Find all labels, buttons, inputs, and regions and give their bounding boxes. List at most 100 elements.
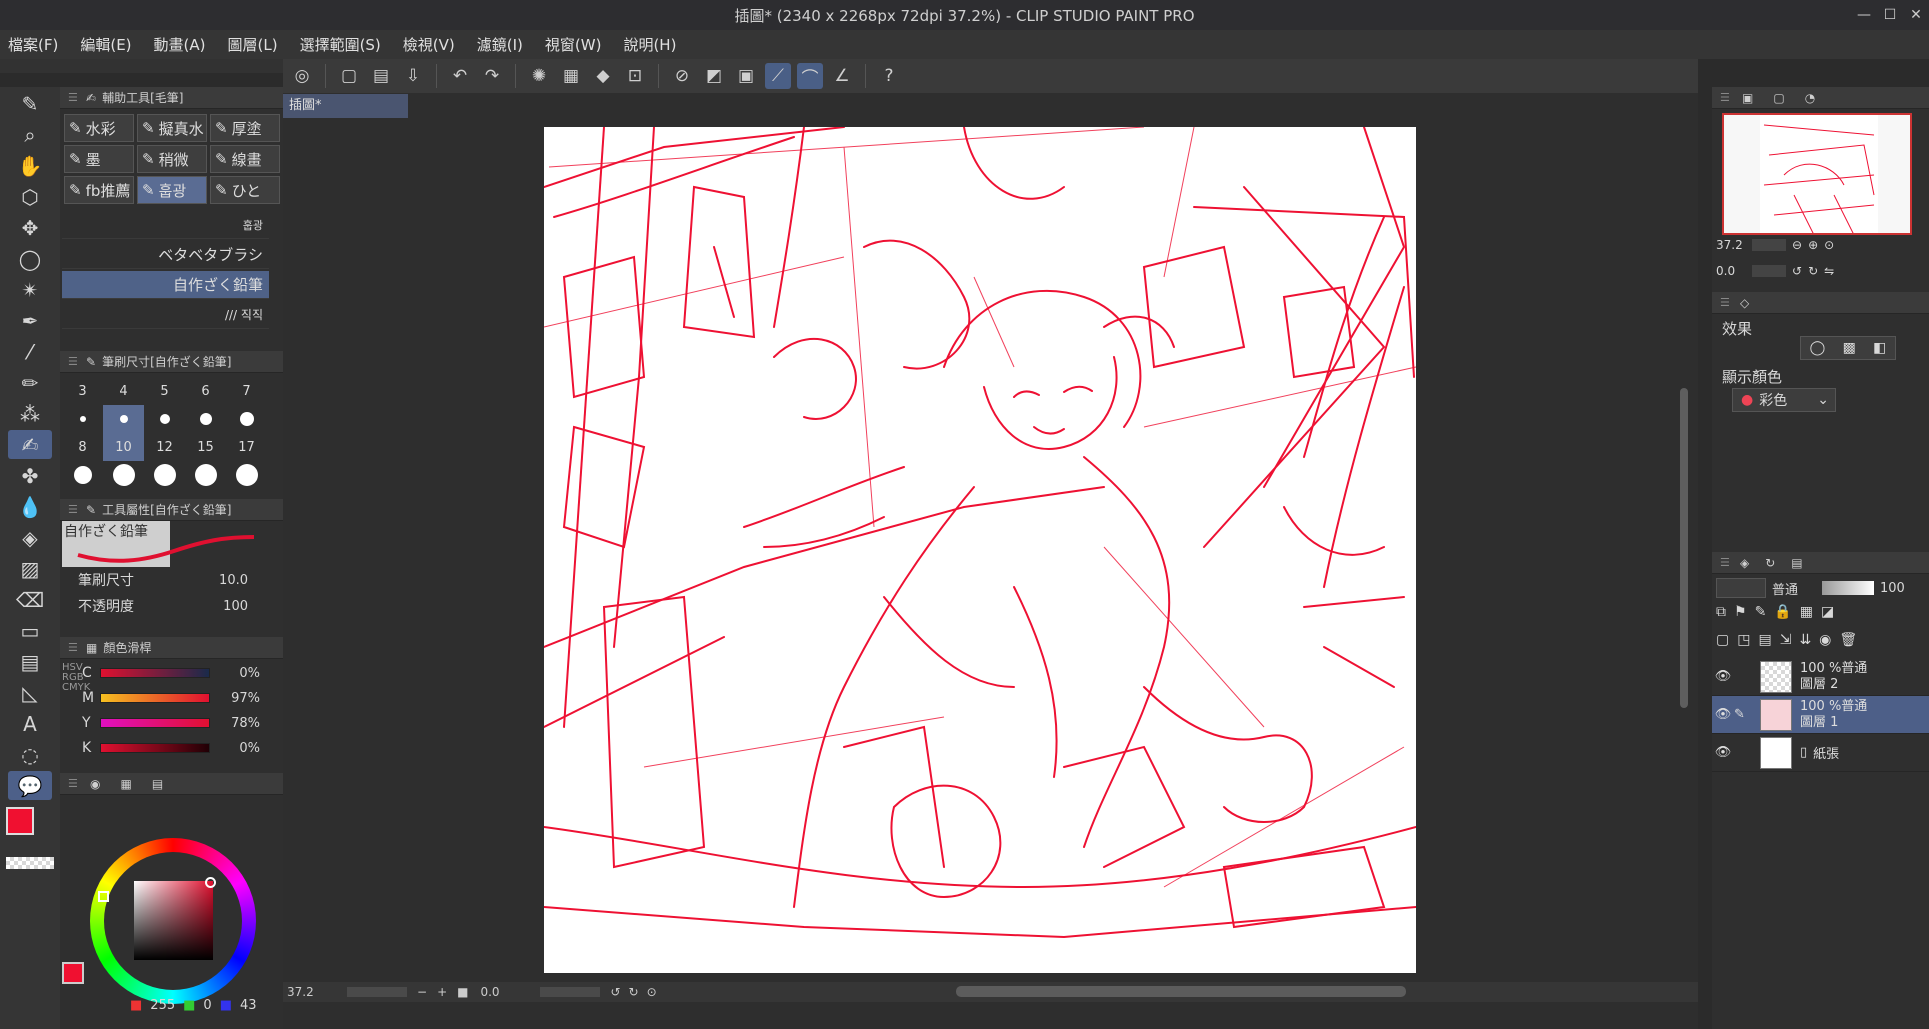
menu-help[interactable]: 說明(H)	[623, 34, 676, 55]
menu-window[interactable]: 視窗(W)	[545, 34, 602, 55]
move-icon[interactable]: ✥	[8, 213, 52, 242]
layer-row[interactable]: 👁 100 %普通 圖層 2	[1712, 658, 1929, 696]
tone-effect-icon[interactable]: ▩	[1843, 340, 1856, 356]
fill-bucket-icon[interactable]: ◈	[8, 523, 52, 552]
nav-rotate-left-icon[interactable]: ↺	[1792, 264, 1802, 278]
grip-icon[interactable]: ☰	[68, 355, 80, 368]
reference-icon[interactable]: ⚑	[1734, 604, 1747, 620]
reset-rotation-icon[interactable]: ⊙	[647, 985, 657, 999]
grip-icon[interactable]: ☰	[1720, 296, 1732, 309]
menu-filter[interactable]: 濾鏡(I)	[477, 34, 523, 55]
special-ruler-icon[interactable]: ⌒	[797, 63, 823, 89]
close-button[interactable]: ✕	[1903, 0, 1929, 30]
eraser-icon[interactable]: ⌫	[8, 585, 52, 614]
menu-edit[interactable]: 編輯(E)	[80, 34, 131, 55]
color-mode-tabs[interactable]: HSV RGB CMYK	[62, 663, 90, 693]
size-preset[interactable]	[103, 461, 144, 489]
slider-m[interactable]: M 97%	[82, 690, 272, 706]
pen-edit-icon[interactable]: ✎	[1734, 707, 1752, 722]
pencil-icon[interactable]: ✏	[8, 368, 52, 397]
pen-nib-icon[interactable]: ✒	[8, 306, 52, 335]
nav-rotation-value[interactable]: 0.0	[1716, 264, 1746, 278]
nav-rotate-right-icon[interactable]: ↻	[1808, 264, 1818, 278]
size-preset[interactable]	[62, 461, 103, 489]
layer-opacity-value[interactable]: 100	[1880, 581, 1905, 596]
layer-color-icon[interactable]: ◧	[1873, 340, 1886, 356]
nav-fit-icon[interactable]: ⊙	[1824, 238, 1834, 252]
text-icon[interactable]: A	[8, 709, 52, 738]
ruler-icon[interactable]: ◺	[8, 678, 52, 707]
display-color-select[interactable]: ● 彩色 ⌄	[1732, 388, 1836, 412]
blend-icon[interactable]: 💧	[8, 492, 52, 521]
lasso-icon[interactable]: ◯	[8, 244, 52, 273]
size-preset[interactable]	[226, 461, 267, 489]
minimize-button[interactable]: —	[1851, 0, 1877, 30]
color-wheel-tab-icon[interactable]: ◉	[90, 777, 100, 791]
subtool-slight[interactable]: ✎ 稍微	[137, 145, 207, 173]
clip-studio-icon[interactable]: ◎	[289, 63, 315, 89]
clear-icon[interactable]: ✺	[526, 63, 552, 89]
opacity-value[interactable]: 100	[178, 599, 248, 614]
hue-picker[interactable]	[98, 891, 109, 902]
sub-view-tab-icon[interactable]: ▢	[1773, 91, 1784, 105]
size-preset[interactable]	[144, 461, 185, 489]
pen-icon[interactable]: ✎	[8, 89, 52, 118]
layers-tab-icon[interactable]: ◈	[1740, 556, 1749, 570]
m-track[interactable]	[100, 693, 210, 703]
layer-property-tab-icon[interactable]: ◇	[1740, 296, 1749, 310]
new-file-icon[interactable]: ▢	[336, 63, 362, 89]
decoration-icon[interactable]: ✤	[8, 461, 52, 490]
menu-view[interactable]: 檢視(V)	[403, 34, 455, 55]
menu-animation[interactable]: 動畫(A)	[154, 34, 206, 55]
gradient-icon[interactable]: ▨	[8, 554, 52, 583]
transparent-color-swatch[interactable]	[6, 857, 54, 869]
frame-icon[interactable]: ▤	[8, 647, 52, 676]
navigator-tab-icon[interactable]: ▣	[1742, 91, 1753, 105]
eyedropper-icon[interactable]: ⁄	[8, 337, 52, 366]
document-tab[interactable]: 插圖*	[283, 94, 408, 118]
subtool-fb-recommend[interactable]: ✎ fb推薦	[64, 176, 134, 204]
slider-c[interactable]: C 0%	[82, 665, 272, 681]
size-preset[interactable]	[226, 405, 267, 433]
canvas-paper[interactable]	[544, 127, 1416, 973]
layer-row[interactable]: 👁 ▯ 紙張	[1712, 734, 1929, 772]
brush-icon[interactable]: ✍	[8, 430, 52, 459]
c-track[interactable]	[100, 668, 210, 678]
undo-icon[interactable]: ↶	[447, 63, 473, 89]
redo-icon[interactable]: ↷	[479, 63, 505, 89]
opacity-slider[interactable]	[1822, 581, 1874, 595]
transform-icon[interactable]: ⊡	[622, 63, 648, 89]
y-track[interactable]	[100, 718, 210, 728]
history-tab-icon[interactable]: ↻	[1765, 556, 1775, 570]
subtool-watercolor[interactable]: ✎ 水彩	[64, 114, 134, 142]
brush-size-value[interactable]: 10.0	[178, 573, 248, 588]
rotation-readout[interactable]: 0.0	[480, 985, 540, 999]
nav-zoom-value[interactable]: 37.2	[1716, 238, 1746, 252]
sv-picker[interactable]	[205, 877, 216, 888]
rectangle-icon[interactable]: ▭	[8, 616, 52, 645]
subtool-ink[interactable]: ✎ 墨	[64, 145, 134, 173]
grip-icon[interactable]: ☰	[68, 777, 80, 790]
nav-rotation-slider[interactable]	[1752, 265, 1786, 277]
brush-item[interactable]: /// 직직	[62, 301, 269, 329]
menu-select[interactable]: 選擇範圍(S)	[300, 34, 381, 55]
transfer-layer-icon[interactable]: ⇲	[1780, 632, 1792, 648]
horizontal-scrollbar[interactable]	[956, 986, 1406, 997]
clear-outside-icon[interactable]: ▦	[558, 63, 584, 89]
grip-icon[interactable]: ☰	[68, 503, 80, 516]
grip-icon[interactable]: ☰	[68, 641, 80, 654]
color-set-tab-icon[interactable]: ▦	[120, 777, 131, 791]
new-vector-layer-icon[interactable]: ◳	[1737, 632, 1750, 648]
grip-icon[interactable]: ☰	[68, 91, 80, 104]
vertical-scrollbar[interactable]	[1680, 388, 1688, 708]
border-effect-icon[interactable]: ◯	[1810, 340, 1826, 356]
grip-icon[interactable]: ☰	[1720, 91, 1732, 104]
info-tab-icon[interactable]: ◔	[1805, 91, 1815, 105]
subtool-selected[interactable]: ✎ 훕광	[137, 176, 207, 204]
zoom-icon[interactable]: ⌕	[8, 120, 52, 149]
brush-item[interactable]: ベタベタブラシ	[62, 241, 269, 269]
mask-icon[interactable]: ◪	[1821, 604, 1834, 620]
perspective-ruler-icon[interactable]: ∠	[829, 63, 855, 89]
eye-icon[interactable]: 👁	[1712, 745, 1734, 760]
mask-layer-icon[interactable]: ◉	[1819, 632, 1831, 648]
